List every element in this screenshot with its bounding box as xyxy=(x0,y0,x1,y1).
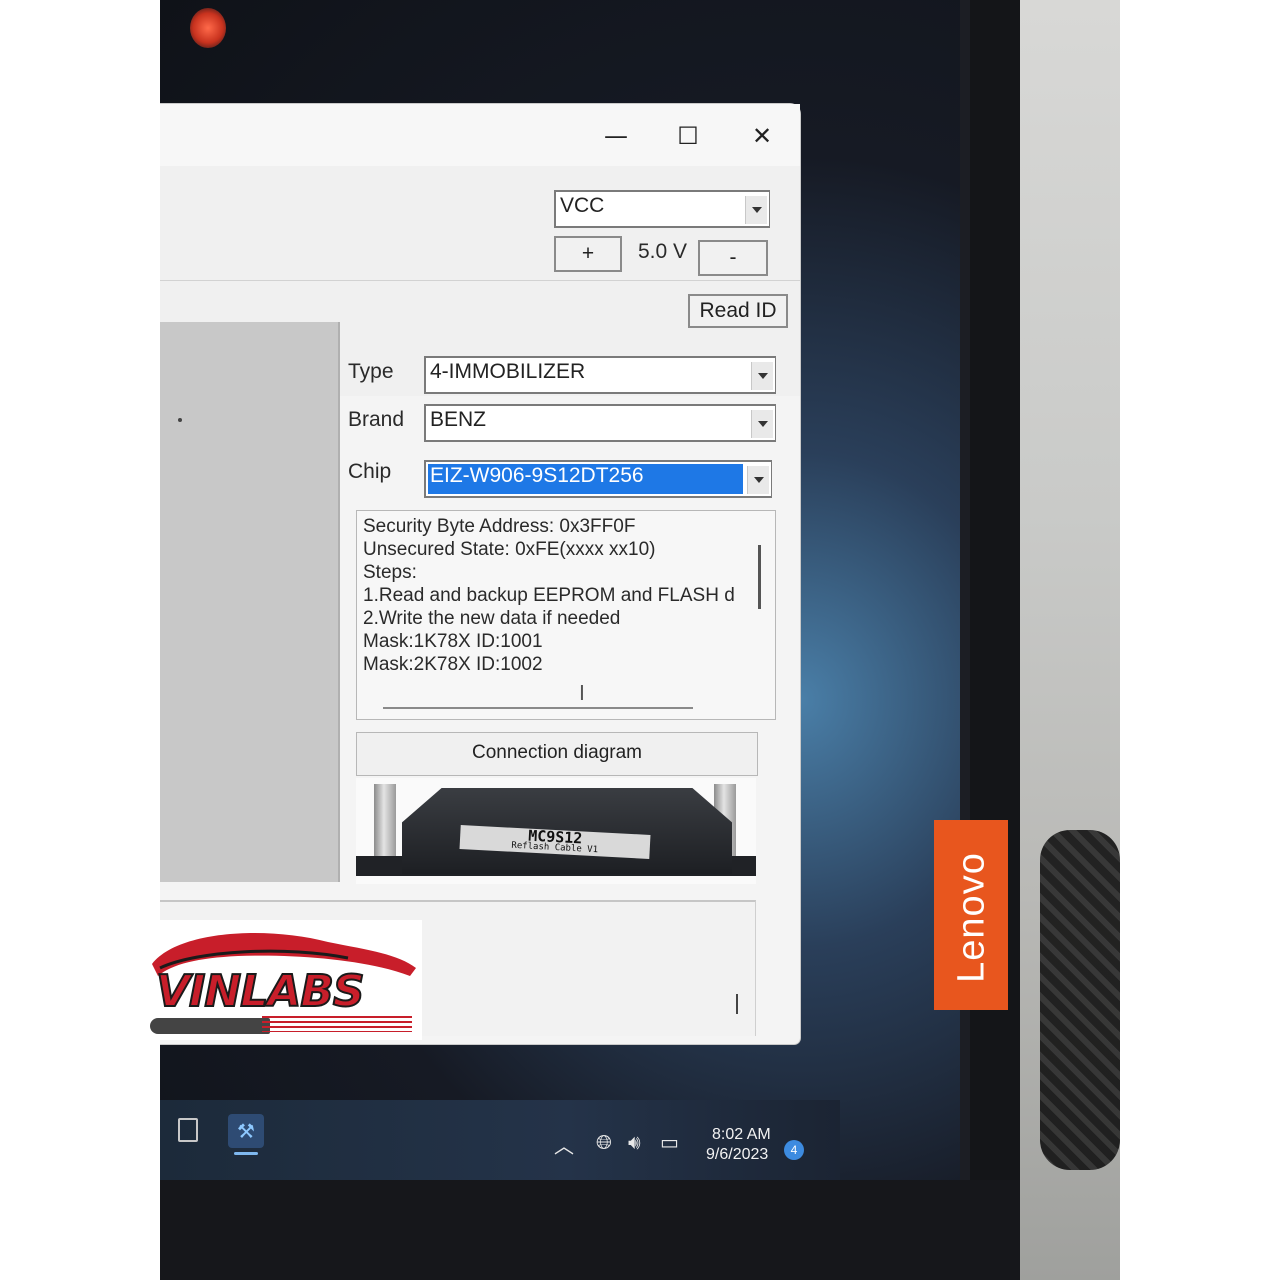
chevron-down-icon[interactable] xyxy=(751,410,773,438)
power-supply-value: VCC xyxy=(560,194,605,217)
vinlabs-watermark-logo: VINLABS xyxy=(142,920,422,1040)
lenovo-sticker: Lenovo xyxy=(934,820,1008,1010)
connection-diagram-button[interactable]: Connection diagram xyxy=(356,732,758,776)
type-label: Type xyxy=(348,360,394,383)
read-id-button[interactable]: Read ID xyxy=(688,294,788,328)
info-line: Mask:2K78X ID:1002 xyxy=(363,654,543,675)
info-line: Mask:1K78X ID:1001 xyxy=(363,631,543,652)
text-cursor-icon: I xyxy=(579,681,585,705)
info-line: Security Byte Address: 0x3FF0F xyxy=(363,516,636,537)
decrease-voltage-button[interactable]: - xyxy=(698,240,768,276)
close-icon: ✕ xyxy=(751,122,773,150)
type-value: 4-IMMOBILIZER xyxy=(430,360,586,383)
horizontal-scrollbar[interactable] xyxy=(383,707,693,709)
chip-select[interactable]: EIZ-W906-9S12DT256 xyxy=(424,460,772,498)
type-select[interactable]: 4-IMMOBILIZER xyxy=(424,356,776,394)
clock-time[interactable]: 8:02 AM xyxy=(712,1126,771,1144)
lenovo-logo-text: Lenovo xyxy=(950,852,993,983)
globe-network-icon[interactable]: 🌐︎ xyxy=(596,1130,612,1154)
laptop-keyboard-deck xyxy=(160,1180,1020,1280)
minimize-button[interactable]: — xyxy=(596,118,636,154)
chevron-down-icon[interactable] xyxy=(751,362,773,390)
speed-stripes xyxy=(262,1016,412,1032)
maximize-button[interactable]: ☐ xyxy=(668,118,708,154)
close-button[interactable]: ✕ xyxy=(742,118,782,154)
volume-icon[interactable]: 🔊︎ xyxy=(628,1130,641,1154)
title-bar: — ☐ ✕ xyxy=(160,104,800,166)
panel-dot xyxy=(178,418,182,422)
chip-value: EIZ-W906-9S12DT256 xyxy=(428,464,743,494)
brand-select[interactable]: BENZ xyxy=(424,404,776,442)
info-lines: Security Byte Address: 0x3FF0F Unsecured… xyxy=(357,511,775,676)
key-icon xyxy=(150,1018,270,1034)
chevron-down-icon[interactable] xyxy=(747,466,769,494)
programmer-window: — ☐ ✕ VCC + 5.0 V - Read ID Type 4-IMMOB… xyxy=(160,104,800,1044)
plus-label: + xyxy=(581,242,595,265)
maximize-icon: ☐ xyxy=(677,122,699,150)
chevron-up-icon[interactable]: ︿ xyxy=(554,1130,574,1159)
divider xyxy=(160,280,800,281)
connection-diagram-label: Connection diagram xyxy=(471,742,643,763)
coiled-cable xyxy=(1040,830,1120,1170)
brand-label: Brand xyxy=(348,408,405,431)
info-line: Steps: xyxy=(363,562,417,583)
info-line: Unsecured State: 0xFE(xxxx xx10) xyxy=(363,539,656,560)
voltage-display: 5.0 V xyxy=(638,240,688,263)
clock-date[interactable]: 9/6/2023 xyxy=(706,1146,768,1164)
vertical-scrollbar[interactable] xyxy=(758,545,761,609)
watermark-text: VINLABS xyxy=(155,965,366,1018)
read-id-label: Read ID xyxy=(699,299,777,322)
active-app-indicator xyxy=(234,1152,258,1155)
red-light-reflection xyxy=(190,8,226,48)
brand-value: BENZ xyxy=(430,408,487,431)
laptop-scene: — ☐ ✕ VCC + 5.0 V - Read ID Type 4-IMMOB… xyxy=(160,0,1120,1280)
battery-icon[interactable]: ▭ xyxy=(660,1130,679,1154)
left-panel xyxy=(160,322,340,882)
chip-label: Chip xyxy=(348,460,392,483)
minus-label: - xyxy=(729,246,737,269)
app-taskbar-icon[interactable]: ⚒ xyxy=(228,1114,264,1148)
info-line: 1.Read and backup EEPROM and FLASH d xyxy=(363,585,735,606)
chip-info-textbox[interactable]: Security Byte Address: 0x3FF0F Unsecured… xyxy=(356,510,776,720)
task-view-icon[interactable] xyxy=(178,1118,198,1142)
screen-bezel xyxy=(970,0,1020,1280)
minimize-icon: — xyxy=(604,122,628,150)
info-line: 2.Write the new data if needed xyxy=(363,608,621,629)
log-scroll-mark xyxy=(736,994,738,1014)
diagram-post-left xyxy=(374,784,396,864)
increase-voltage-button[interactable]: + xyxy=(554,236,622,272)
chevron-down-icon[interactable] xyxy=(745,196,767,224)
photo-frame: — ☐ ✕ VCC + 5.0 V - Read ID Type 4-IMMOB… xyxy=(0,0,1280,1280)
notification-badge[interactable]: 4 xyxy=(784,1140,804,1160)
taskbar: ⚒ ︿ 🌐︎ 🔊︎ ▭ 8:02 AM 9/6/2023 4 xyxy=(160,1100,840,1180)
power-supply-select[interactable]: VCC xyxy=(554,190,770,228)
connection-diagram-image: MC9S12 Reflash Cable V1 xyxy=(356,778,756,884)
